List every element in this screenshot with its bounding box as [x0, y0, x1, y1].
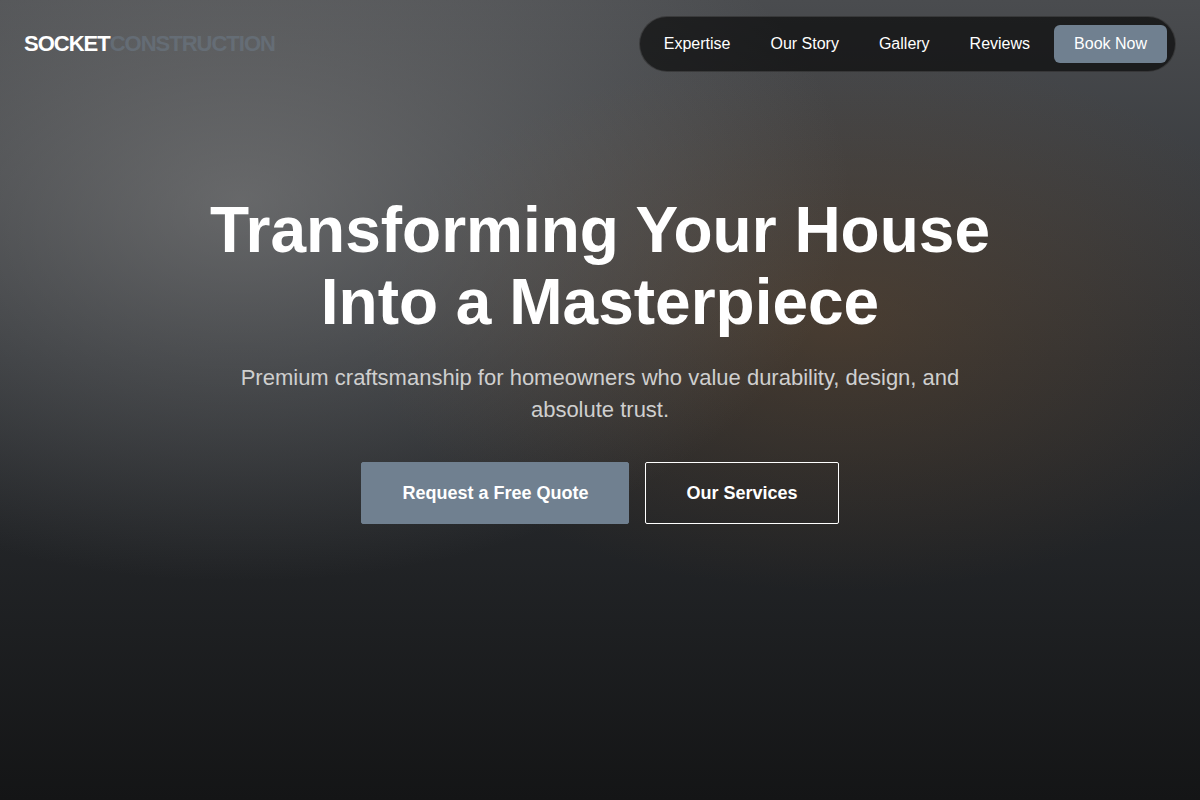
hero-headline: Transforming Your HouseInto a Masterpiec… [210, 194, 990, 338]
nav-link[interactable]: Reviews [954, 25, 1046, 63]
hero-buttons: Request a Free Quote Our Services [361, 462, 838, 524]
logo[interactable]: SOCKETCONSTRUCTION [24, 31, 275, 57]
logo-primary: SOCKET [24, 31, 110, 57]
nav-link[interactable]: Our Story [754, 25, 854, 63]
hero-subtitle: Premium craftsmanship for homeowners who… [200, 362, 1000, 426]
logo-secondary: CONSTRUCTION [110, 31, 275, 57]
book-now-button[interactable]: Book Now [1054, 25, 1167, 63]
hero-section: SOCKETCONSTRUCTION ExpertiseOur StoryGall… [0, 0, 1200, 800]
nav-link[interactable]: Gallery [863, 25, 946, 63]
site-header: SOCKETCONSTRUCTION ExpertiseOur StoryGall… [0, 0, 1200, 72]
hero-content: Transforming Your HouseInto a Masterpiec… [0, 194, 1200, 524]
nav-link[interactable]: Expertise [648, 25, 747, 63]
quote-button[interactable]: Request a Free Quote [361, 462, 629, 524]
services-button[interactable]: Our Services [645, 462, 838, 524]
headline-line: Transforming Your House [210, 194, 990, 266]
headline-line: Into a Masterpiece [210, 266, 990, 338]
nav-bar: ExpertiseOur StoryGalleryReviewsBook Now [639, 16, 1176, 72]
